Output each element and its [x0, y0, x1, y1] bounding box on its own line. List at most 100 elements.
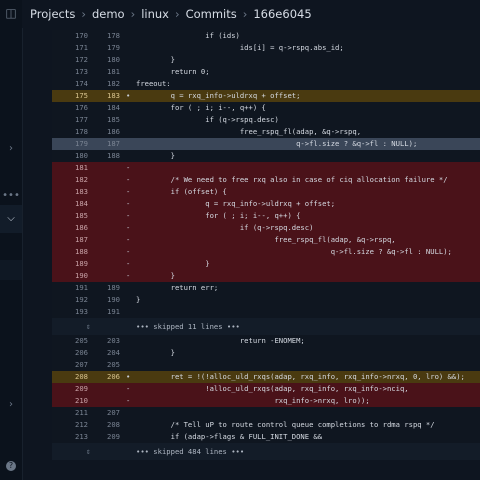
code-text: if (adap->flags & FULL_INIT_DONE && — [136, 432, 323, 441]
code-text: } — [136, 271, 175, 280]
diff-line: 192 190} — [52, 294, 480, 306]
diff-line: 207 205 — [52, 359, 480, 371]
diff-view[interactable]: 170 178 if (ids) 171 179 ids[i] = q->rspq.a… — [52, 30, 480, 462]
old-line-number: 211 — [75, 408, 88, 417]
diff-line: 190 - } — [52, 270, 480, 282]
code-text: } — [136, 348, 175, 357]
change-marker: - — [126, 384, 131, 393]
code-text: ret = !(!alloc_uld_rxqs(adap, rxq_info, … — [136, 372, 465, 381]
old-line-number: 209 — [75, 384, 88, 393]
change-marker: • — [126, 372, 131, 381]
change-marker: - — [126, 247, 131, 256]
diff-line: 177 185 if (q->rspq.desc) — [52, 114, 480, 126]
code-text: for ( ; i; i--, q++) { — [136, 211, 301, 220]
chevron-right-icon[interactable]: › — [0, 399, 22, 410]
new-line-number: 205 — [107, 360, 120, 369]
change-marker: - — [126, 235, 131, 244]
diff-line: 170 178 if (ids) — [52, 30, 480, 42]
code-text: if (q->rspq.desc) — [136, 223, 314, 232]
diff-line: 171 179 ids[i] = q->rspq.abs_id; — [52, 42, 480, 54]
old-line-number: 206 — [75, 348, 88, 357]
diff-line: 184 - q = rxq_info->uldrxq + offset; — [52, 198, 480, 210]
old-line-number: 190 — [75, 271, 88, 280]
breadcrumb-commits[interactable]: Commits — [186, 7, 237, 21]
more-icon[interactable]: ••• — [0, 190, 22, 201]
skipped-lines-label: ••• skipped 11 lines ••• — [136, 322, 240, 331]
change-marker: - — [126, 211, 131, 220]
code-text: q->fl.size ? &q->fl : NULL); — [136, 247, 452, 256]
help-icon[interactable]: ? — [0, 460, 22, 471]
breadcrumb-separator: › — [130, 7, 136, 21]
code-text: !alloc_uld_rxqs(adap, rxq_info, rxq_info… — [136, 384, 409, 393]
code-text: } — [136, 259, 210, 268]
code-text: q->fl.size ? &q->fl : NULL); — [136, 139, 418, 148]
skipped-lines-row[interactable]: ⇕ ••• skipped 484 lines ••• — [52, 443, 480, 460]
old-line-number: 180 — [75, 151, 88, 160]
change-marker: - — [126, 259, 131, 268]
old-line-number: 188 — [75, 247, 88, 256]
expand-icon[interactable]: ⇕ — [86, 318, 91, 335]
code-text: q = rxq_info->uldrxq + offset; — [136, 91, 301, 100]
code-text: return -ENOMEM; — [136, 336, 305, 345]
diff-line: 213 209 if (adap->flags & FULL_INIT_DONE … — [52, 431, 480, 443]
change-marker: - — [126, 163, 131, 172]
new-line-number: 203 — [107, 336, 120, 345]
change-marker: - — [126, 175, 131, 184]
diff-line: 208 206 • ret = !(!alloc_uld_rxqs(adap, rx… — [52, 371, 480, 383]
new-line-number: 189 — [107, 283, 120, 292]
old-line-number: 172 — [75, 55, 88, 64]
old-line-number: 192 — [75, 295, 88, 304]
breadcrumb-demo[interactable]: demo — [92, 7, 125, 21]
new-line-number: 187 — [107, 139, 120, 148]
new-line-number: 182 — [107, 79, 120, 88]
code-text: if (ids) — [136, 31, 240, 40]
new-line-number: 190 — [107, 295, 120, 304]
code-text: } — [136, 151, 175, 160]
diff-line: 211 207 — [52, 407, 480, 419]
breadcrumb-separator: › — [81, 7, 86, 21]
new-line-number: 184 — [107, 103, 120, 112]
change-marker: - — [126, 396, 131, 405]
old-line-number: 187 — [75, 235, 88, 244]
new-line-number: 185 — [107, 115, 120, 124]
diff-line: 172 180 } — [52, 54, 480, 66]
skipped-lines-row[interactable]: ⇕ ••• skipped 11 lines ••• — [52, 318, 480, 335]
old-line-number: 208 — [75, 372, 88, 381]
new-line-number: 204 — [107, 348, 120, 357]
sidebar-item[interactable] — [0, 260, 22, 280]
diff-line: 187 - free_rspq_fl(adap, &q->rspq, — [52, 234, 480, 246]
new-line-number: 179 — [107, 43, 120, 52]
breadcrumb-projects[interactable]: Projects — [30, 7, 75, 21]
code-text: rxq_info->nrxq, lro)); — [136, 396, 370, 405]
code-text: if (q->rspq.desc) — [136, 115, 279, 124]
diff-line: 173 181 return 0; — [52, 66, 480, 78]
chevron-right-icon[interactable]: › — [0, 143, 22, 154]
skipped-lines-label: ••• skipped 484 lines ••• — [136, 447, 245, 456]
diff-line: 186 - if (q->rspq.desc) — [52, 222, 480, 234]
chevron-down-icon[interactable]: ⌵ — [0, 213, 22, 224]
diff-line: 189 - } — [52, 258, 480, 270]
breadcrumb-linux[interactable]: linux — [141, 7, 169, 21]
old-line-number: 191 — [75, 283, 88, 292]
code-text: for ( ; i; i--, q++) { — [136, 103, 266, 112]
new-line-number: 206 — [107, 372, 120, 381]
change-marker: - — [126, 187, 131, 196]
new-line-number: 178 — [107, 31, 120, 40]
old-line-number: 170 — [75, 31, 88, 40]
change-marker: - — [126, 223, 131, 232]
code-text: return err; — [136, 283, 219, 292]
old-line-number: 176 — [75, 103, 88, 112]
old-line-number: 207 — [75, 360, 88, 369]
code-text: /* Tell uP to route control queue comple… — [136, 420, 435, 429]
new-line-number: 183 — [107, 91, 120, 100]
code-text: free_rspq_fl(adap, &q->rspq, — [136, 127, 362, 136]
new-line-number: 188 — [107, 151, 120, 160]
new-line-number: 186 — [107, 127, 120, 136]
diff-line: 178 186 free_rspq_fl(adap, &q->rspq, — [52, 126, 480, 138]
expand-icon[interactable]: ⇕ — [86, 443, 91, 460]
change-marker: • — [126, 91, 131, 100]
diff-line: 205 203 return -ENOMEM; — [52, 335, 480, 347]
panel-toggle-icon[interactable]: ◫ — [0, 6, 22, 20]
diff-line: 181 - — [52, 162, 480, 174]
old-line-number: 174 — [75, 79, 88, 88]
